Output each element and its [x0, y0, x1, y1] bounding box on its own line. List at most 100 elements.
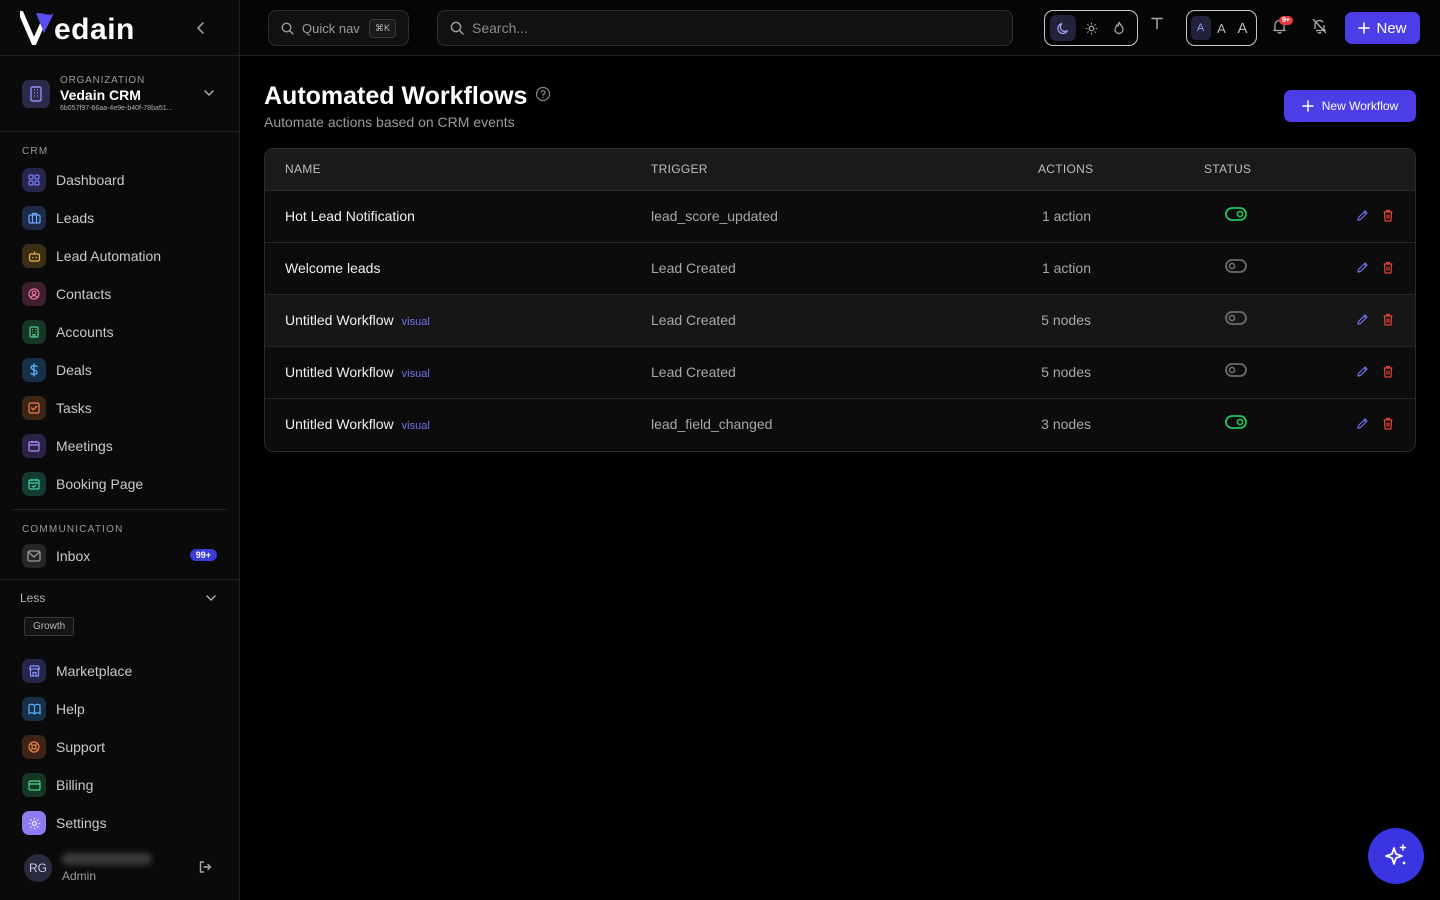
sidebar-item-dashboard[interactable]: Dashboard [0, 161, 239, 199]
column-header-actions[interactable]: ACTIONS [1038, 162, 1093, 176]
logout-icon [199, 861, 212, 873]
edit-button[interactable] [1356, 209, 1369, 225]
edit-button[interactable] [1356, 261, 1369, 277]
logout-button[interactable] [198, 860, 212, 879]
notification-badge: 9+ [1279, 16, 1293, 25]
sidebar-item-booking-page[interactable]: Booking Page [0, 465, 239, 503]
less-toggle[interactable]: Less [0, 580, 239, 616]
delete-button[interactable] [1382, 261, 1394, 277]
sidebar-item-accounts[interactable]: Accounts [0, 313, 239, 351]
sidebar-item-label: Billing [56, 777, 94, 793]
section-label-crm: CRM [22, 146, 49, 157]
search-input[interactable] [472, 20, 972, 36]
light-theme-button[interactable] [1078, 15, 1104, 41]
font-size-medium-button[interactable]: A [1212, 16, 1232, 40]
sidebar-item-contacts[interactable]: Contacts [0, 275, 239, 313]
workflow-trigger: lead_field_changed [651, 416, 773, 432]
delete-button[interactable] [1382, 209, 1394, 225]
sidebar-item-help[interactable]: Help [0, 690, 239, 728]
ai-assistant-button[interactable] [1368, 828, 1424, 884]
collapse-sidebar-button[interactable] [191, 18, 211, 38]
user-name-redacted [62, 853, 152, 865]
user-role: Admin [62, 869, 97, 883]
column-header-trigger[interactable]: TRIGGER [651, 162, 708, 176]
edit-button[interactable] [1356, 365, 1369, 381]
table-row[interactable]: Untitled Workflow visual Lead Created 5 n… [265, 347, 1415, 399]
text-settings-button[interactable] [1150, 16, 1164, 35]
calendar-icon [22, 434, 46, 458]
sidebar-item-tasks[interactable]: Tasks [0, 389, 239, 427]
table-row[interactable]: Welcome leads Lead Created 1 action [265, 243, 1415, 295]
sidebar-item-meetings[interactable]: Meetings [0, 427, 239, 465]
page-subtitle: Automate actions based on CRM events [264, 114, 515, 130]
column-header-name[interactable]: NAME [285, 162, 321, 176]
sidebar-item-label: Support [56, 739, 106, 755]
workflow-name: Untitled Workflow [285, 312, 394, 328]
organization-switcher[interactable]: ORGANIZATION Vedain CRM 6b057f97-66aa-4e… [0, 56, 239, 132]
quick-nav-button[interactable]: Quick nav ⌘K [268, 10, 409, 46]
table-row[interactable]: Hot Lead Notification lead_score_updated… [265, 191, 1415, 243]
status-toggle[interactable] [1225, 206, 1247, 225]
workflow-type-tag: visual [401, 420, 430, 432]
plus-icon [1302, 100, 1314, 112]
sidebar-item-marketplace[interactable]: Marketplace [0, 652, 239, 690]
sparkles-icon [1385, 844, 1407, 865]
bot-icon [22, 244, 46, 268]
trash-icon [1383, 365, 1393, 378]
moon-icon [1056, 22, 1068, 34]
status-toggle[interactable] [1225, 414, 1247, 433]
edit-button[interactable] [1356, 417, 1369, 433]
toggle-off-icon [1225, 259, 1247, 273]
global-search [437, 10, 1013, 46]
less-label: Less [20, 591, 46, 605]
sidebar-item-lead-automation[interactable]: Lead Automation [0, 237, 239, 275]
status-toggle[interactable] [1225, 310, 1247, 329]
help-circle-icon[interactable] [535, 86, 551, 107]
mute-notifications-button[interactable] [1312, 18, 1327, 39]
table-row[interactable]: Untitled Workflow visual Lead Created 5 n… [265, 295, 1415, 347]
sidebar-item-label: Accounts [56, 324, 114, 340]
organization-name: Vedain CRM [60, 87, 141, 103]
status-toggle[interactable] [1225, 258, 1247, 277]
new-workflow-button[interactable]: New Workflow [1284, 90, 1416, 122]
page-title: Automated Workflows [264, 82, 528, 110]
pencil-icon [1357, 262, 1368, 273]
font-size-small-button[interactable]: A [1190, 16, 1211, 40]
column-header-status[interactable]: STATUS [1204, 162, 1251, 176]
typography-icon [1151, 17, 1163, 30]
edit-button[interactable] [1356, 313, 1369, 329]
bell-off-icon [1312, 18, 1327, 34]
delete-button[interactable] [1382, 417, 1394, 433]
avatar: RG [24, 854, 52, 882]
sidebar-item-deals[interactable]: Deals [0, 351, 239, 389]
sidebar-item-label: Tasks [56, 400, 92, 416]
font-size-large-button[interactable]: A [1233, 16, 1253, 40]
calendar-check-icon [22, 472, 46, 496]
sidebar-item-label: Dashboard [56, 172, 125, 188]
workflow-actions-count: 3 nodes [1041, 416, 1091, 432]
app-logo[interactable]: edain [20, 10, 135, 45]
delete-button[interactable] [1382, 313, 1394, 329]
toggle-off-icon [1225, 311, 1247, 325]
contact-icon [22, 282, 46, 306]
sidebar-item-support[interactable]: Support [0, 728, 239, 766]
sun-icon [1085, 22, 1097, 34]
sidebar-item-inbox[interactable]: Inbox 99+ [0, 537, 239, 575]
workflows-table: NAME TRIGGER ACTIONS STATUS Hot Lead Not… [264, 148, 1416, 452]
sidebar-item-leads[interactable]: Leads [0, 199, 239, 237]
delete-button[interactable] [1382, 365, 1394, 381]
growth-group-label: Growth [24, 617, 75, 636]
sidebar-item-label: Lead Automation [56, 248, 162, 264]
chevron-down-icon [205, 592, 217, 607]
building-icon [22, 320, 46, 344]
warm-theme-button[interactable] [1106, 15, 1132, 41]
dark-theme-button[interactable] [1050, 15, 1076, 41]
sidebar-item-settings[interactable]: Settings [0, 804, 239, 842]
gear-icon [22, 811, 46, 835]
search-icon [450, 21, 464, 35]
user-profile[interactable]: RG Admin [0, 846, 240, 890]
new-button[interactable]: New [1345, 12, 1420, 44]
table-row[interactable]: Untitled Workflow visual lead_field_chang… [265, 399, 1415, 451]
status-toggle[interactable] [1225, 362, 1247, 381]
sidebar-item-billing[interactable]: Billing [0, 766, 239, 804]
